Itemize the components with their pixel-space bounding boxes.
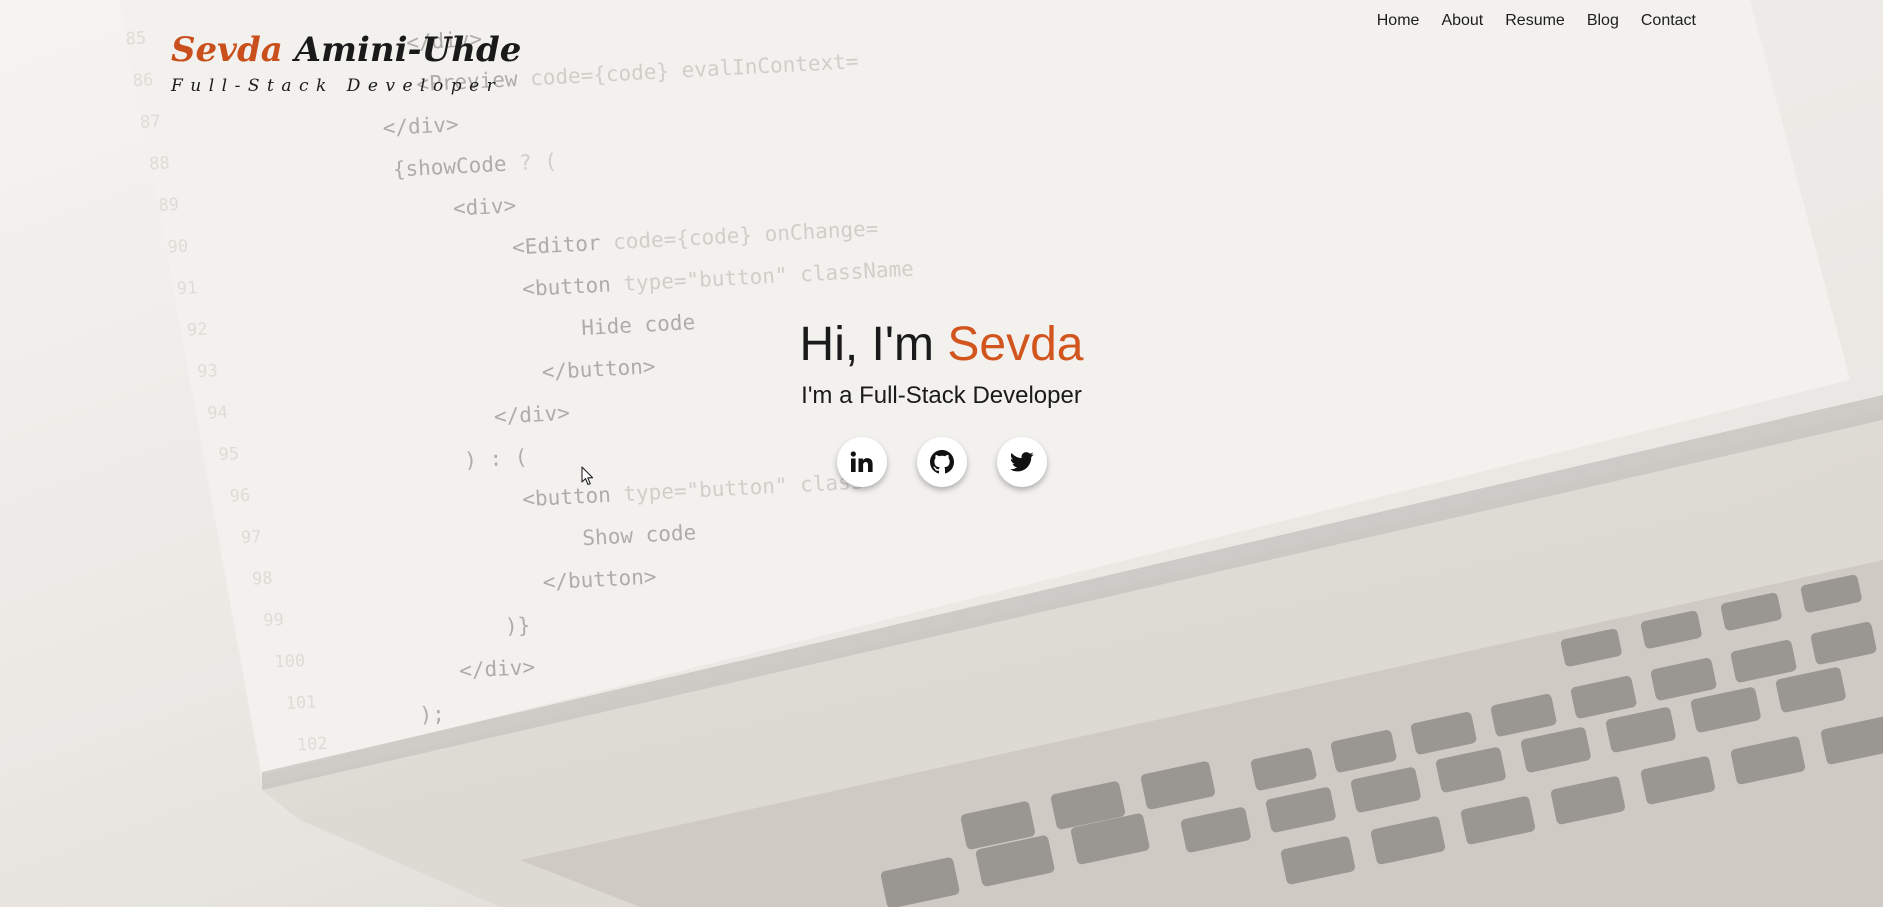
twitter-icon — [1010, 452, 1034, 472]
brand-first-name: Sevda — [171, 30, 283, 70]
github-button[interactable] — [917, 437, 967, 487]
hero-name: Sevda — [947, 318, 1084, 371]
nav-resume[interactable]: Resume — [1505, 10, 1565, 32]
hero-subtitle: I'm a Full-Stack Developer — [801, 382, 1082, 409]
mouse-cursor-icon — [581, 466, 594, 486]
page: 85 86 87 88 89 90 91 92 93 94 95 96 97 9… — [0, 0, 1883, 907]
nav-about[interactable]: About — [1441, 10, 1483, 32]
github-icon — [930, 450, 954, 474]
brand-last-name: Amini-Uhde — [294, 30, 522, 70]
main-nav: Home About Resume Blog Contact — [1377, 10, 1696, 32]
nav-blog[interactable]: Blog — [1587, 10, 1619, 32]
brand-tagline: Full-Stack Developer — [171, 76, 503, 96]
hero-title: Hi, I'm Sevda — [0, 317, 1883, 373]
linkedin-button[interactable] — [837, 437, 887, 487]
twitter-button[interactable] — [997, 437, 1047, 487]
nav-contact[interactable]: Contact — [1641, 10, 1696, 32]
brand-name: Sevda Amini-Uhde — [171, 26, 521, 74]
hero-greeting: Hi, I'm — [799, 318, 935, 371]
nav-home[interactable]: Home — [1377, 10, 1420, 32]
linkedin-icon — [850, 451, 873, 472]
hero-section: Hi, I'm Sevda I'm a Full-Stack Developer — [0, 317, 1883, 487]
brand-logo[interactable]: Sevda Amini-Uhde Full-Stack Developer — [171, 26, 521, 96]
social-links — [0, 437, 1883, 487]
